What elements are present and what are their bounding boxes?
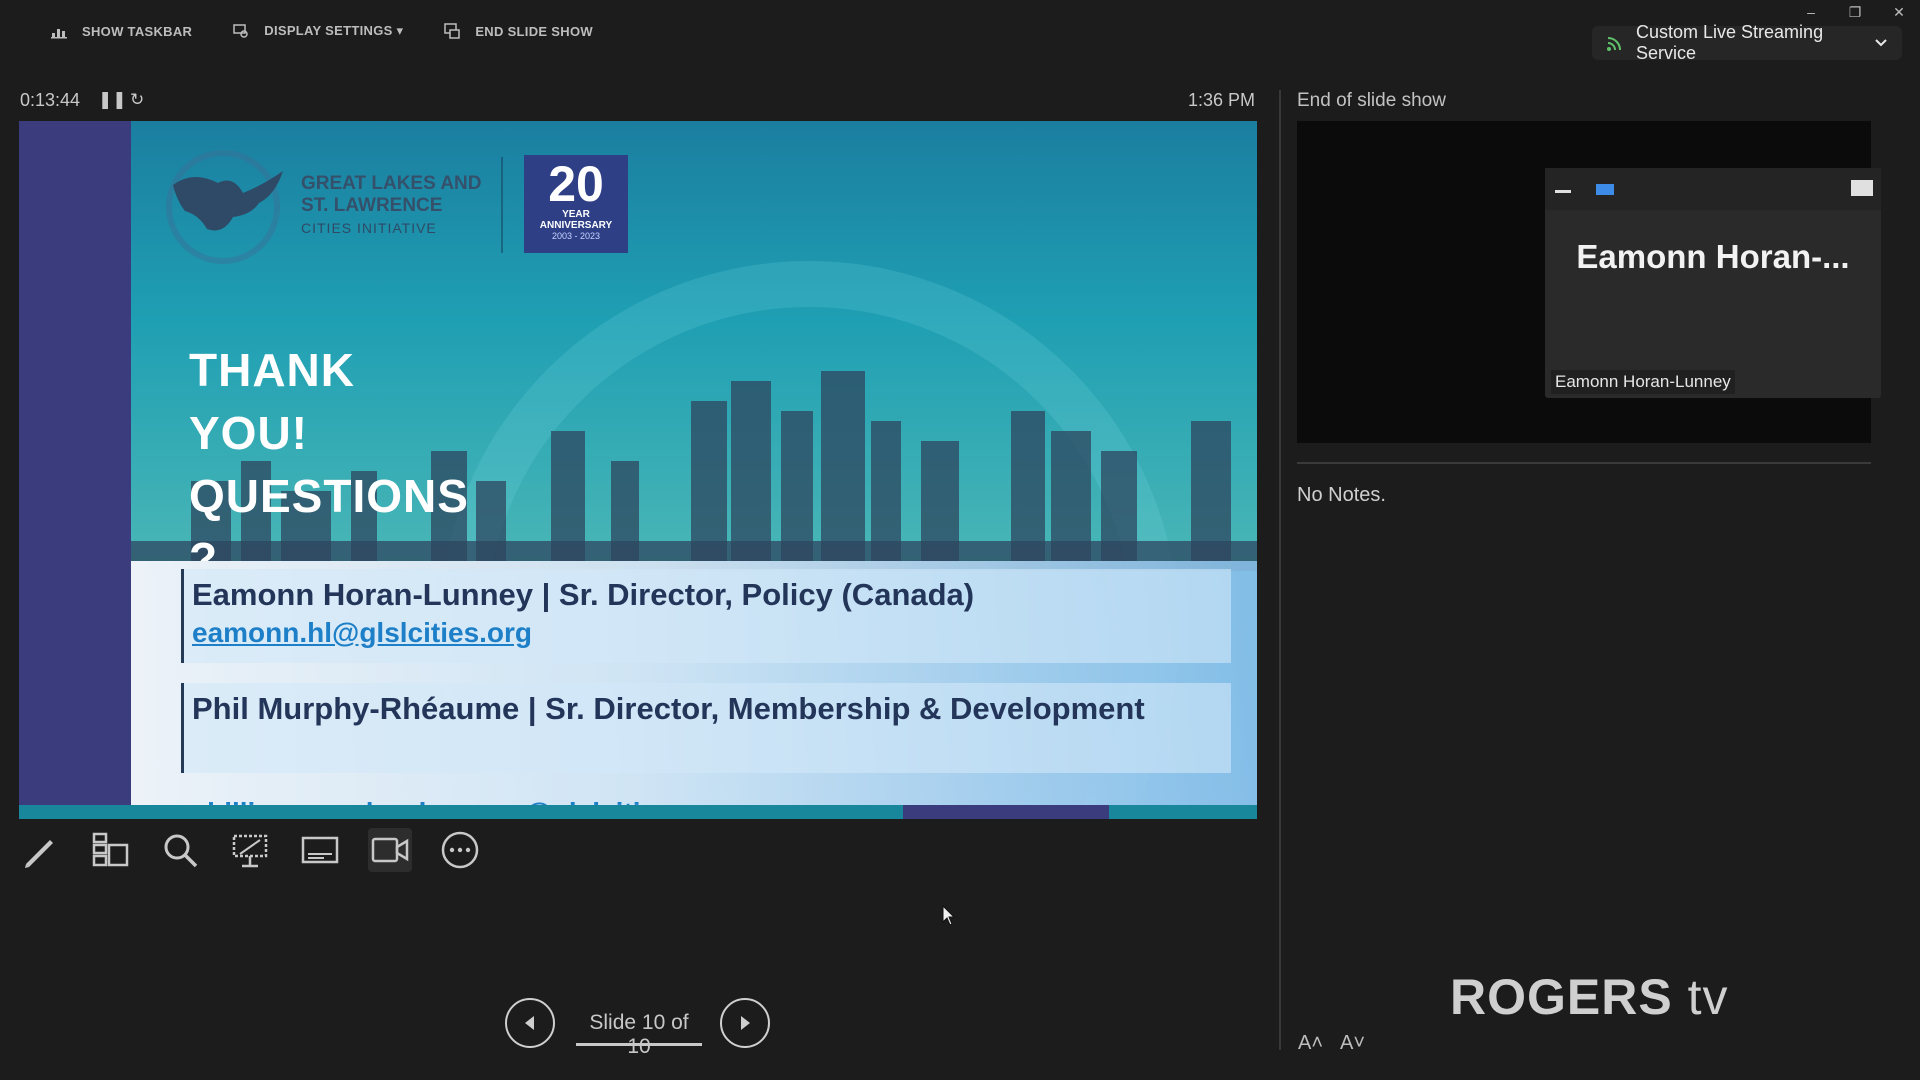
current-time: 1:36 PM [1188,90,1256,110]
pointer-button[interactable] [228,828,272,872]
presenter-toolbar: SHOW TASKBAR DISPLAY SETTINGS ▾ END SLID… [0,0,1600,62]
video-window-titlebar [1545,168,1881,210]
more-options-button[interactable] [438,828,482,872]
slide-headline: THANK YOU! QUESTIONS ? [189,339,519,591]
anniversary-label-2: ANNIVERSARY [539,220,613,231]
contact-card-2: Phil Murphy-Rhéaume | Sr. Director, Memb… [181,683,1231,773]
more-icon [441,831,479,869]
restore-icon[interactable]: ❐ [1848,4,1862,21]
chevron-down-icon [1875,39,1887,47]
current-slide[interactable]: GREAT LAKES AND ST. LAWRENCE CITIES INIT… [19,121,1257,819]
logo-line-2: ST. LAWRENCE [301,195,443,216]
watermark-suffix: tv [1687,969,1729,1025]
broadcast-icon [1607,37,1621,51]
display-settings-button[interactable]: DISPLAY SETTINGS ▾ [232,22,403,40]
increase-font-button[interactable]: A˄ [1298,1032,1323,1055]
slide-counter[interactable]: Slide 10 of 10 [575,1011,703,1059]
watermark-brand: ROGERS [1450,969,1673,1025]
contacts-panel: Eamonn Horan-Lunney | Sr. Director, Poli… [131,561,1257,819]
organization-name: GREAT LAKES AND ST. LAWRENCE CITIES INIT… [301,173,482,239]
previous-arrow-icon [525,1016,534,1030]
video-layout-icon[interactable] [1596,184,1614,195]
display-settings-label: DISPLAY SETTINGS ▾ [264,23,404,38]
end-slide-show-button[interactable]: END SLIDE SHOW [443,22,593,40]
next-slide-title: End of slide show [1297,90,1446,111]
see-all-slides-button[interactable] [88,828,132,872]
slide-counter-underline [576,1043,702,1046]
anniversary-number: 20 [548,156,604,212]
window-controls: – ❐ ✕ [1804,4,1906,21]
pen-tool-button[interactable] [18,828,62,872]
anniversary-label-1: YEAR [562,209,590,220]
presenter-view: SHOW TASKBAR DISPLAY SETTINGS ▾ END SLID… [0,0,1920,1080]
video-minimize-icon[interactable] [1555,190,1571,193]
headline-line-2: YOU! [189,407,308,459]
anniversary-badge: 20 YEAR ANNIVERSARY 2003 - 2023 [524,155,628,253]
end-show-icon [444,23,461,39]
logo-divider [501,157,503,253]
zoom-icon [164,834,198,868]
camera-toggle-button[interactable] [368,828,412,872]
presenter-tools [18,828,482,872]
decrease-font-button[interactable]: A˅ [1340,1032,1365,1055]
participant-name-tag: Eamonn Horan-Lunney [1551,370,1735,394]
restart-icon[interactable]: ↻ [130,90,144,110]
next-arrow-icon [741,1016,750,1030]
pane-divider[interactable] [1279,90,1281,1050]
headline-line-3: QUESTIONS [189,470,469,522]
end-slide-show-label: END SLIDE SHOW [475,23,593,39]
notes-divider [1297,462,1871,464]
slide-side-band [19,121,131,819]
subtitles-button[interactable] [298,828,342,872]
live-streaming-dropdown[interactable]: Custom Live Streaming Service [1592,22,1902,63]
zoom-button[interactable] [158,828,202,872]
pause-icon[interactable]: ❚❚ [98,90,127,110]
close-icon[interactable]: ✕ [1892,4,1906,21]
camera-icon [371,837,409,863]
participant-video-window[interactable]: Eamonn Horan-... Eamonn Horan-Lunney [1545,168,1881,398]
slides-grid-icon [92,832,129,867]
participant-display-name: Eamonn Horan-... [1576,238,1850,275]
logo-line-3: CITIES INITIATIVE [301,220,437,236]
contact-1-email-link[interactable]: eamonn.hl@glslcities.org [192,615,1223,651]
taskbar-icon [51,29,67,39]
streaming-label: Custom Live Streaming Service [1636,22,1824,63]
anniversary-years: 2003 - 2023 [551,231,601,241]
contact-2-name: Phil Murphy-Rhéaume | Sr. Director, Memb… [192,691,1145,726]
contact-card-1: Eamonn Horan-Lunney | Sr. Director, Poli… [181,569,1231,663]
slide-footer-accent [903,805,1109,819]
previous-slide-button[interactable] [505,998,555,1048]
video-popout-icon[interactable] [1851,180,1873,196]
pen-icon [25,840,53,868]
display-settings-icon [233,24,248,38]
contact-1-name: Eamonn Horan-Lunney | Sr. Director, Poli… [192,577,975,612]
minimize-icon[interactable]: – [1804,4,1818,21]
headline-line-1: THANK [189,344,355,396]
speaker-notes: No Notes. [1297,484,1386,506]
logo-line-1: GREAT LAKES AND [301,173,482,194]
show-taskbar-button[interactable]: SHOW TASKBAR [50,22,192,40]
rogers-tv-watermark: ROGERS tv [1450,968,1729,1026]
next-slide-button[interactable] [720,998,770,1048]
great-lakes-logo-icon [166,150,283,264]
elapsed-timer: 0:13:44 [20,90,81,110]
show-taskbar-label: SHOW TASKBAR [82,23,193,39]
mouse-cursor-icon [942,905,956,926]
subtitles-icon [301,836,339,864]
pointer-screen-icon [232,834,268,868]
